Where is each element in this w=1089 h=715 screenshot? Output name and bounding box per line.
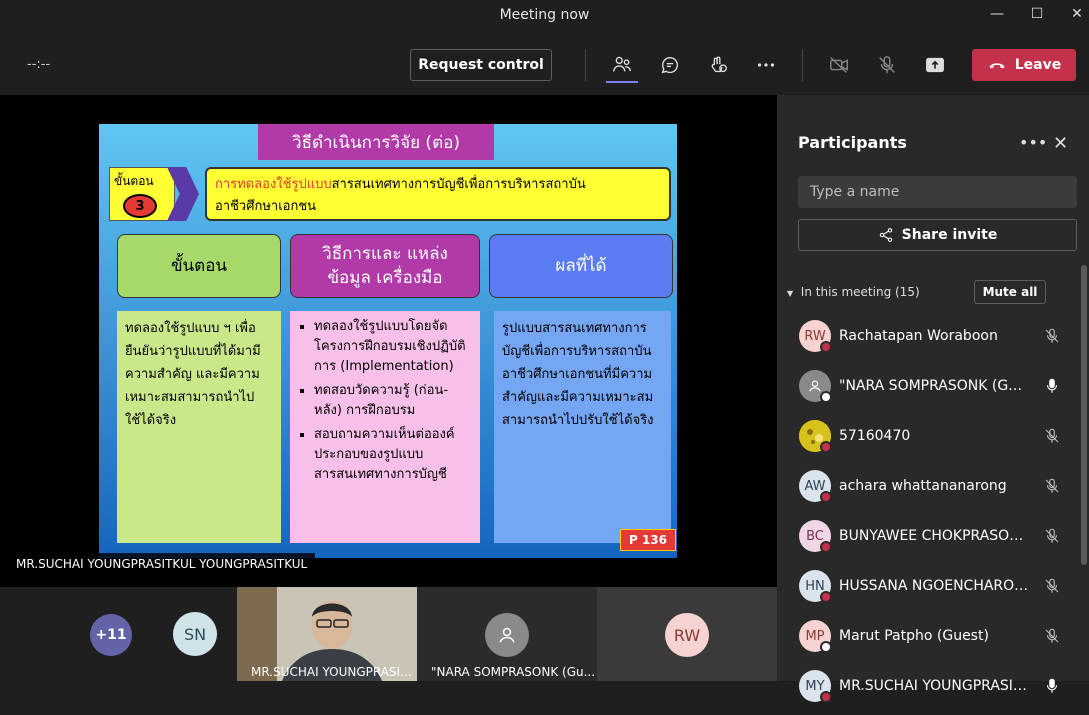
step-box: ขั้นตอน 3 (109, 167, 175, 221)
participant-avatar-rw: RW (665, 613, 709, 657)
more-participants-badge[interactable]: +11 (90, 614, 132, 656)
video-tile-presenter[interactable]: MR.SUCHAI YOUNGPRASI... (237, 587, 417, 681)
toolbar-divider (802, 49, 803, 81)
participant-row[interactable]: 57160470 (777, 415, 1081, 465)
leave-button[interactable]: Leave (972, 49, 1076, 81)
step-label: ขั้นตอน (114, 174, 154, 188)
title-bar: Meeting now — ☐ ✕ (0, 0, 1089, 33)
mic-muted-icon[interactable] (1043, 577, 1061, 595)
active-tab-indicator (606, 81, 638, 83)
column-head-methods: วิธีการและ แหล่งข้อมูล เครื่องมือ (290, 234, 480, 298)
video-strip: +11 SN MR.SUCHAI YOUNGPRASI... "NARA SOM… (0, 587, 777, 681)
presentation-slide: วิธีดำเนินการวิจัย (ต่อ) ขั้นตอน 3 การทด… (99, 124, 677, 558)
mic-off-icon[interactable] (872, 51, 902, 79)
participant-row[interactable]: MY MR.SUCHAI YOUNGPRASITK... (777, 665, 1081, 715)
minimize-icon[interactable]: — (986, 6, 1008, 26)
share-invite-label: Share invite (901, 227, 998, 243)
heading-line2: อาชีวศึกษาเอกชน (215, 199, 317, 214)
request-control-button[interactable]: Request control (410, 49, 552, 81)
window-title: Meeting now (499, 7, 590, 23)
panel-more-icon[interactable]: ••• (1019, 133, 1047, 152)
method-item: สอบถามความเห็นต่อองค์ประกอบของรูปแบบสารส… (314, 425, 472, 485)
person-icon (499, 627, 515, 643)
chat-icon[interactable] (655, 51, 685, 79)
participant-avatar-sn[interactable]: SN (173, 612, 217, 656)
participant-row[interactable]: BC BUNYAWEE CHOKPRASOETS... (777, 515, 1081, 565)
camera-off-icon[interactable] (824, 51, 854, 79)
participant-name: Rachatapan Woraboon (839, 328, 998, 344)
mute-all-button[interactable]: Mute all (974, 280, 1046, 304)
presence-status-dot (820, 591, 832, 603)
mic-icon[interactable] (1043, 677, 1061, 695)
slide-heading: การทดลองใช้รูปแบบสารสนเทศทางการบัญชีเพื่… (205, 167, 671, 221)
mic-muted-icon[interactable] (1043, 477, 1061, 495)
presence-status-dot (820, 441, 832, 453)
shared-screen-stage: วิธีดำเนินการวิจัย (ต่อ) ขั้นตอน 3 การทด… (0, 95, 777, 587)
presence-status-dot (820, 341, 832, 353)
mic-muted-icon[interactable] (1043, 327, 1061, 345)
toolbar-divider (585, 49, 586, 81)
people-icon[interactable] (607, 51, 637, 79)
page-tag: P 136 (620, 529, 676, 551)
participant-name: Marut Patpho (Guest) (839, 628, 989, 644)
participant-row[interactable]: MP Marut Patpho (Guest) (777, 615, 1081, 665)
participant-row[interactable]: RW Rachatapan Woraboon (777, 315, 1081, 365)
column-body-methods: ทดลองใช้รูปแบบโดยจัดโครงการฝึกอบรมเชิงปฏ… (290, 311, 480, 543)
participants-panel: Participants ••• ✕ Share invite ▼ In thi… (777, 95, 1089, 703)
in-meeting-count: In this meeting (15) (800, 285, 920, 299)
column-head-results: ผลที่ได้ (489, 234, 673, 298)
column-head-steps: ขั้นตอน (117, 234, 281, 298)
participant-row[interactable]: "NARA SOMPRASONK (Guest)" (777, 365, 1081, 415)
presence-status-dot (820, 391, 832, 403)
method-item: ทดสอบวัดความรู้ (ก่อน-หลัง) การฝึกอบรม (314, 381, 472, 421)
participant-search-input[interactable] (798, 176, 1077, 208)
heading-highlight: การทดลองใช้รูปแบบ (215, 177, 332, 192)
share-screen-icon[interactable] (920, 51, 950, 79)
participant-name: 57160470 (839, 428, 911, 444)
meeting-toolbar: --:-- Request control Leave (0, 33, 1089, 95)
video-tile-rw[interactable]: RW (597, 587, 777, 681)
mic-muted-icon[interactable] (1043, 527, 1061, 545)
video-tile-guest[interactable]: "NARA SOMPRASONK (Gu... (417, 587, 597, 681)
step-number: 3 (123, 194, 157, 218)
mic-icon[interactable] (1043, 377, 1061, 395)
chevron-down-icon: ▼ (787, 289, 794, 298)
reactions-icon[interactable] (703, 51, 733, 79)
participant-name: BUNYAWEE CHOKPRASOETS... (839, 528, 1029, 544)
presenter-name-label: MR.SUCHAI YOUNGPRASITKUL YOUNGPRASITKUL (8, 553, 316, 575)
share-icon (879, 228, 892, 242)
column-body-results: รูปแบบสารสนเทศทางการบัญชีเพื่อการบริหารส… (494, 311, 671, 543)
leave-label: Leave (1014, 57, 1062, 73)
guest-avatar (485, 613, 529, 657)
participant-name: MR.SUCHAI YOUNGPRASITK... (839, 678, 1029, 694)
heading-rest: สารสนเทศทางการบัญชีเพื่อการบริหารสถาบัน (331, 177, 586, 192)
panel-title: Participants (798, 133, 907, 152)
panel-scrollbar[interactable] (1081, 265, 1087, 565)
presence-status-dot (820, 491, 832, 503)
participant-row[interactable]: AW achara whattananarong (777, 465, 1081, 515)
more-actions-icon[interactable] (751, 51, 781, 79)
participant-name: "NARA SOMPRASONK (Guest)" (839, 378, 1029, 394)
mic-muted-icon[interactable] (1043, 427, 1061, 445)
tile-name-guest: "NARA SOMPRASONK (Gu... (431, 665, 596, 679)
presence-status-dot (820, 691, 832, 703)
participant-row[interactable]: HN HUSSANA NGOENCHAROEN (777, 565, 1081, 615)
participant-name: achara whattananarong (839, 478, 1007, 494)
share-invite-button[interactable]: Share invite (798, 219, 1077, 251)
mic-muted-icon[interactable] (1043, 627, 1061, 645)
phone-hangup-icon (989, 63, 1005, 69)
method-item: ทดลองใช้รูปแบบโดยจัดโครงการฝึกอบรมเชิงปฏ… (314, 317, 472, 377)
presence-status-dot (820, 541, 832, 553)
maximize-icon[interactable]: ☐ (1026, 6, 1048, 26)
panel-close-icon[interactable]: ✕ (1053, 133, 1068, 154)
slide-title: วิธีดำเนินการวิจัย (ต่อ) (258, 124, 494, 160)
close-window-icon[interactable]: ✕ (1066, 6, 1088, 26)
column-body-steps: ทดลองใช้รูปแบบ ฯ เพื่อยืนยันว่ารูปแบบที่… (117, 311, 281, 543)
meeting-timer: --:-- (27, 57, 51, 72)
tile-name-presenter: MR.SUCHAI YOUNGPRASI... (251, 665, 412, 679)
participant-name: HUSSANA NGOENCHAROEN (839, 578, 1029, 594)
in-meeting-section-toggle[interactable]: ▼ In this meeting (15) (787, 285, 920, 299)
presence-status-dot (820, 641, 832, 653)
